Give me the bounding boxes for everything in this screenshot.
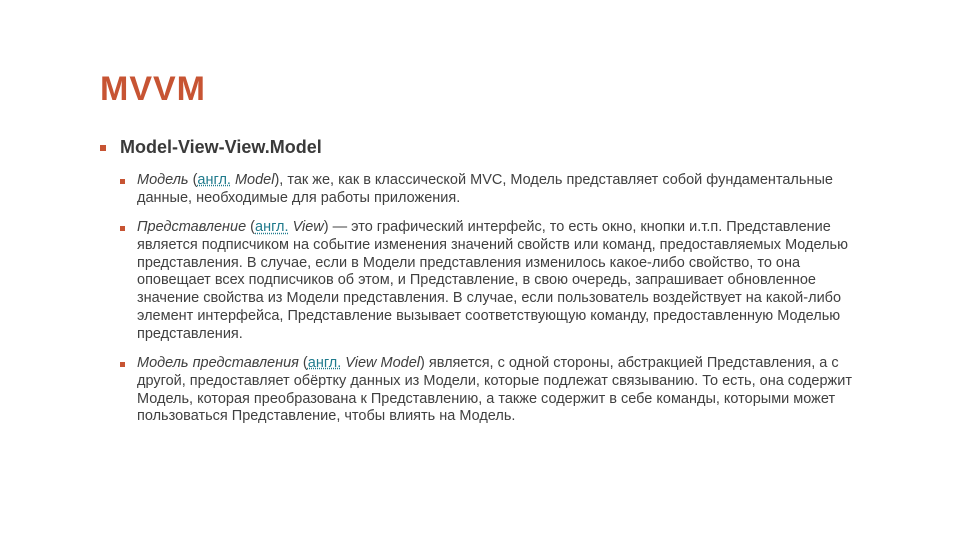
item-text: Модель представления (англ. View Model) … bbox=[137, 355, 870, 426]
slide-subtitle: Model-View-View.Model bbox=[120, 137, 322, 158]
term: Модель bbox=[137, 172, 189, 188]
term: Представление bbox=[137, 219, 246, 235]
slide: MVVM Model-View-View.Model Модель (англ.… bbox=[0, 0, 960, 478]
text: ( bbox=[246, 219, 255, 235]
bullet-icon bbox=[120, 362, 125, 367]
list-item: Представление (англ. View) — это графиче… bbox=[120, 219, 870, 343]
item-text: Представление (англ. View) — это графиче… bbox=[137, 219, 870, 343]
term-en: View bbox=[289, 219, 324, 235]
lang-link[interactable]: англ. bbox=[255, 219, 289, 235]
text: ( bbox=[299, 355, 308, 371]
lang-link[interactable]: англ. bbox=[308, 355, 342, 371]
term: Модель представления bbox=[137, 355, 299, 371]
subtitle-row: Model-View-View.Model bbox=[100, 137, 870, 158]
term-en: Model bbox=[231, 172, 275, 188]
lang-link[interactable]: англ. bbox=[197, 172, 231, 188]
bullet-icon bbox=[100, 145, 106, 151]
slide-title: MVVM bbox=[100, 70, 870, 109]
list-item: Модель (англ. Model), так же, как в клас… bbox=[120, 172, 870, 207]
text: ) — это графический интерфейс, то есть о… bbox=[137, 219, 848, 341]
bullet-icon bbox=[120, 179, 125, 184]
item-text: Модель (англ. Model), так же, как в клас… bbox=[137, 172, 870, 207]
term-en: View Model bbox=[341, 355, 420, 371]
list-item: Модель представления (англ. View Model) … bbox=[120, 355, 870, 426]
bullet-icon bbox=[120, 226, 125, 231]
